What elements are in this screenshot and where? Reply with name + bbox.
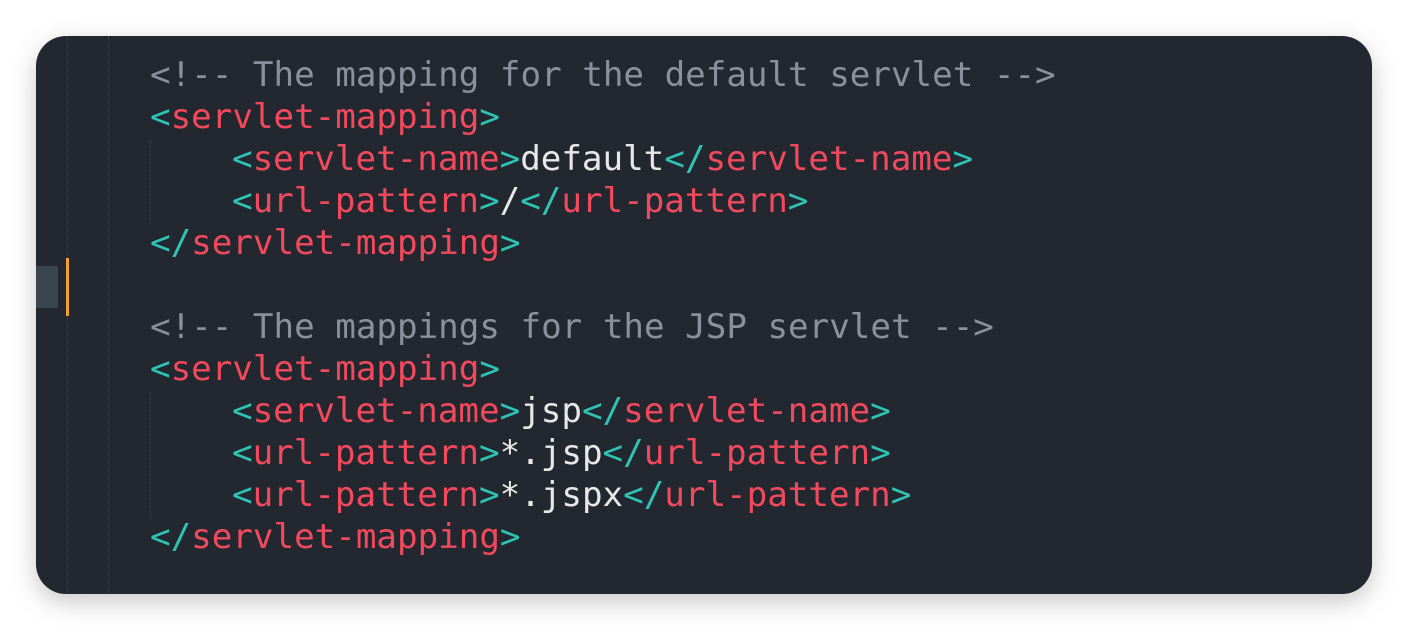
code-line[interactable]: </servlet-mapping> <box>150 222 1056 264</box>
tag-bracket: > <box>479 97 500 137</box>
text-content: / <box>499 181 521 221</box>
code-line[interactable]: <servlet-name>jsp</servlet-name> <box>150 390 1056 432</box>
tag-bracket: </ <box>150 517 192 557</box>
tag-bracket: > <box>479 475 500 515</box>
tag-bracket: > <box>787 181 809 221</box>
tag-name: url-pattern <box>664 475 891 515</box>
tag-bracket: > <box>499 391 521 431</box>
code-line[interactable]: <url-pattern>/</url-pattern> <box>150 180 1056 222</box>
tag-bracket: < <box>232 433 253 473</box>
tag-bracket: </ <box>602 433 644 473</box>
tag-bracket: > <box>890 475 912 515</box>
gutter-guide-line <box>108 36 109 594</box>
tag-bracket: < <box>150 349 171 389</box>
tag-name: url-pattern <box>252 181 480 221</box>
tag-name: url-pattern <box>643 433 871 473</box>
text-content: jsp <box>520 391 582 431</box>
tag-name: url-pattern <box>252 433 480 473</box>
text-content: *.jsp <box>499 433 603 473</box>
tag-bracket: </ <box>581 391 624 431</box>
code-comment: <!-- The mappings for the JSP servlet --… <box>150 307 994 347</box>
tag-bracket: > <box>870 391 891 431</box>
tag-bracket: > <box>499 139 521 179</box>
code-line[interactable]: <servlet-mapping> <box>150 96 1056 138</box>
tag-bracket: > <box>499 223 521 263</box>
tag-name: servlet-name <box>623 391 871 431</box>
tag-bracket: </ <box>520 181 562 221</box>
tag-bracket: < <box>150 97 171 137</box>
tag-name: servlet-mapping <box>191 517 500 557</box>
tag-bracket: </ <box>664 139 706 179</box>
code-line[interactable]: <!-- The mapping for the default servlet… <box>150 54 1056 96</box>
tag-name: url-pattern <box>561 181 788 221</box>
tag-name: url-pattern <box>252 475 480 515</box>
current-line-gutter-marker <box>36 266 58 308</box>
tag-name: servlet-mapping <box>170 349 480 389</box>
code-line[interactable]: </servlet-mapping> <box>150 516 1056 558</box>
tag-name: servlet-mapping <box>170 97 480 137</box>
code-line[interactable] <box>150 264 1056 306</box>
tag-bracket: </ <box>150 223 192 263</box>
code-line[interactable]: <url-pattern>*.jspx</url-pattern> <box>150 474 1056 516</box>
text-content: *.jspx <box>499 475 624 515</box>
tag-bracket: > <box>479 181 500 221</box>
tag-bracket: < <box>232 181 253 221</box>
tag-bracket: > <box>479 349 500 389</box>
tag-bracket: < <box>232 139 253 179</box>
tag-bracket: </ <box>623 475 665 515</box>
tag-bracket: > <box>479 433 500 473</box>
code-area[interactable]: <!-- The mapping for the default servlet… <box>150 54 1056 558</box>
tag-bracket: > <box>499 517 521 557</box>
code-editor-window: <!-- The mapping for the default servlet… <box>36 36 1372 594</box>
code-line[interactable]: <url-pattern>*.jsp</url-pattern> <box>150 432 1056 474</box>
tag-bracket: < <box>232 391 253 431</box>
code-line[interactable]: <servlet-mapping> <box>150 348 1056 390</box>
text-content: default <box>520 139 665 179</box>
tag-name: servlet-name <box>252 391 500 431</box>
tag-name: servlet-name <box>252 139 500 179</box>
tag-bracket: < <box>232 475 253 515</box>
tag-bracket: > <box>870 433 891 473</box>
tag-bracket: > <box>952 139 974 179</box>
modified-line-marker <box>66 258 69 316</box>
code-comment: <!-- The mapping for the default servlet… <box>150 55 1056 95</box>
tag-name: servlet-name <box>705 139 953 179</box>
code-line[interactable]: <!-- The mappings for the JSP servlet --… <box>150 306 1056 348</box>
tag-name: servlet-mapping <box>191 223 500 263</box>
code-line[interactable]: <servlet-name>default</servlet-name> <box>150 138 1056 180</box>
